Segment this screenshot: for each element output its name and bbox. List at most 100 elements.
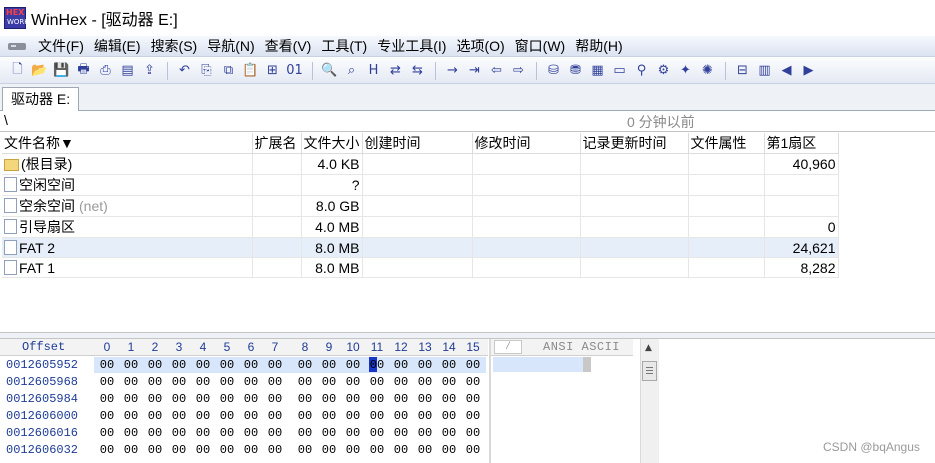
hex-byte[interactable]: 00 [341, 358, 365, 372]
hex-byte[interactable]: 00 [215, 443, 239, 457]
directory-browser-icon[interactable]: ⊟ [732, 61, 753, 81]
hex-byte[interactable]: 00 [167, 392, 191, 406]
hex-byte[interactable]: 00 [317, 358, 341, 372]
replace-hex-icon[interactable]: ⇆ [407, 61, 428, 81]
hex-byte[interactable]: 00 [293, 375, 317, 389]
hex-byte[interactable]: 00 [263, 443, 287, 457]
find-hex-icon[interactable]: H [363, 61, 384, 81]
paste-icon[interactable]: 📋 [240, 61, 261, 81]
hex-byte[interactable]: 00 [95, 358, 119, 372]
hex-byte[interactable]: 00 [317, 443, 341, 457]
hex-byte[interactable]: 00 [461, 409, 485, 423]
hex-byte[interactable]: 00 [437, 443, 461, 457]
hex-byte[interactable]: 00 [215, 358, 239, 372]
hex-byte[interactable]: 00 [317, 375, 341, 389]
column-header-7[interactable]: 第1扇区 [764, 133, 839, 154]
forward-icon[interactable]: ⇨ [508, 61, 529, 81]
hex-byte[interactable]: 00 [95, 409, 119, 423]
table-row[interactable]: FAT 2 8.0 MB 24,621 [2, 237, 839, 258]
clean-icon[interactable]: ✦ [675, 61, 696, 81]
column-header-6[interactable]: 文件属性 [688, 133, 765, 154]
column-header-3[interactable]: 创建时间 [362, 133, 473, 154]
hex-byte[interactable]: 00 [293, 409, 317, 423]
hex-byte[interactable]: 00 [389, 443, 413, 457]
hex-byte[interactable]: 00 [95, 426, 119, 440]
hex-byte[interactable]: 00 [413, 392, 437, 406]
hex-vertical-scrollbar[interactable]: ▲ [640, 339, 659, 463]
hex-byte[interactable]: 00 [461, 426, 485, 440]
disk-tools-icon[interactable]: ⚙ [653, 61, 674, 81]
open-file-icon[interactable]: 📂 [29, 61, 50, 81]
hex-byte[interactable]: 00 [341, 426, 365, 440]
hex-byte[interactable]: 00 [119, 392, 143, 406]
hex-byte[interactable]: 00 [461, 443, 485, 457]
prev-icon[interactable]: ◀ [776, 61, 797, 81]
hex-byte[interactable]: 00 [263, 392, 287, 406]
hex-byte[interactable]: 00 [119, 375, 143, 389]
hex-byte[interactable]: 00 [191, 375, 215, 389]
hex-byte[interactable]: 00 [317, 409, 341, 423]
hex-byte[interactable]: 00 [341, 409, 365, 423]
save-icon[interactable]: 💾 [51, 61, 72, 81]
hex-byte[interactable]: 00 [413, 375, 437, 389]
hex-byte[interactable]: 00 [191, 443, 215, 457]
hex-byte[interactable]: 00 [413, 358, 437, 372]
next-icon[interactable]: ▶ [798, 61, 819, 81]
hex-byte[interactable]: 00 [389, 426, 413, 440]
hex-byte[interactable]: 00 [461, 392, 485, 406]
menu-item-0[interactable]: 文件(F) [33, 36, 89, 57]
undo-icon[interactable]: ↶ [174, 61, 195, 81]
menu-item-3[interactable]: 导航(N) [202, 36, 259, 57]
hex-byte[interactable]: 00 [293, 426, 317, 440]
ansi-cursor[interactable] [583, 357, 591, 372]
partition-icon[interactable]: ▥ [754, 61, 775, 81]
hex-byte[interactable]: 00 [413, 409, 437, 423]
hex-byte[interactable]: 00 [389, 392, 413, 406]
find-icon[interactable]: 🔍 [319, 61, 340, 81]
hex-byte[interactable]: 00 [95, 443, 119, 457]
hex-byte[interactable]: 00 [341, 443, 365, 457]
hex-byte[interactable]: 00 [263, 426, 287, 440]
calculator-icon[interactable]: ▭ [609, 61, 630, 81]
hex-byte[interactable]: 00 [317, 392, 341, 406]
hex-byte[interactable]: 00 [167, 375, 191, 389]
panel-splitter[interactable] [0, 332, 935, 339]
menu-item-4[interactable]: 查看(V) [260, 36, 317, 57]
hex-byte-cursor[interactable]: 00 [365, 358, 389, 372]
hex-byte[interactable]: 00 [239, 392, 263, 406]
table-row[interactable]: (根目录) 4.0 KB 40,960 [2, 153, 839, 175]
hex-byte[interactable]: 00 [167, 443, 191, 457]
hex-byte[interactable]: 00 [263, 375, 287, 389]
table-row[interactable]: 空闲空间? [2, 174, 839, 196]
hex-byte[interactable]: 00 [215, 426, 239, 440]
hex-byte[interactable]: 00 [389, 375, 413, 389]
hex-byte[interactable]: 00 [215, 375, 239, 389]
find-next-icon[interactable]: ⌕ [341, 61, 362, 81]
hex-byte[interactable]: 00 [119, 443, 143, 457]
scroll-up-icon[interactable]: ▲ [645, 343, 652, 353]
hex-byte[interactable]: 00 [263, 409, 287, 423]
hex-byte[interactable]: 00 [143, 375, 167, 389]
hex-byte[interactable]: 00 [239, 443, 263, 457]
hex-byte[interactable]: 00 [143, 443, 167, 457]
hex-byte[interactable]: 00 [365, 392, 389, 406]
analyze-icon[interactable]: ⚲ [631, 61, 652, 81]
hex-byte[interactable]: 00 [317, 426, 341, 440]
menu-item-9[interactable]: 帮助(H) [570, 36, 627, 57]
hex-byte[interactable]: 00 [437, 358, 461, 372]
hex-byte[interactable]: 00 [461, 375, 485, 389]
hex-byte[interactable]: 00 [191, 426, 215, 440]
replace-icon[interactable]: ⇄ [385, 61, 406, 81]
hex-byte[interactable]: 00 [95, 375, 119, 389]
menu-item-5[interactable]: 工具(T) [316, 36, 372, 57]
column-header-4[interactable]: 修改时间 [472, 133, 581, 154]
export-icon[interactable]: ⇪ [139, 61, 160, 81]
hex-byte[interactable]: 00 [167, 409, 191, 423]
table-row[interactable]: 引导扇区 4.0 MB 0 [2, 216, 839, 238]
hex-byte[interactable]: 00 [413, 443, 437, 457]
hex-byte[interactable]: 00 [119, 358, 143, 372]
hex-byte[interactable]: 00 [143, 409, 167, 423]
hex-byte[interactable]: 00 [143, 426, 167, 440]
column-header-1[interactable]: 扩展名 [252, 133, 302, 154]
hex-byte[interactable]: 00 [119, 426, 143, 440]
